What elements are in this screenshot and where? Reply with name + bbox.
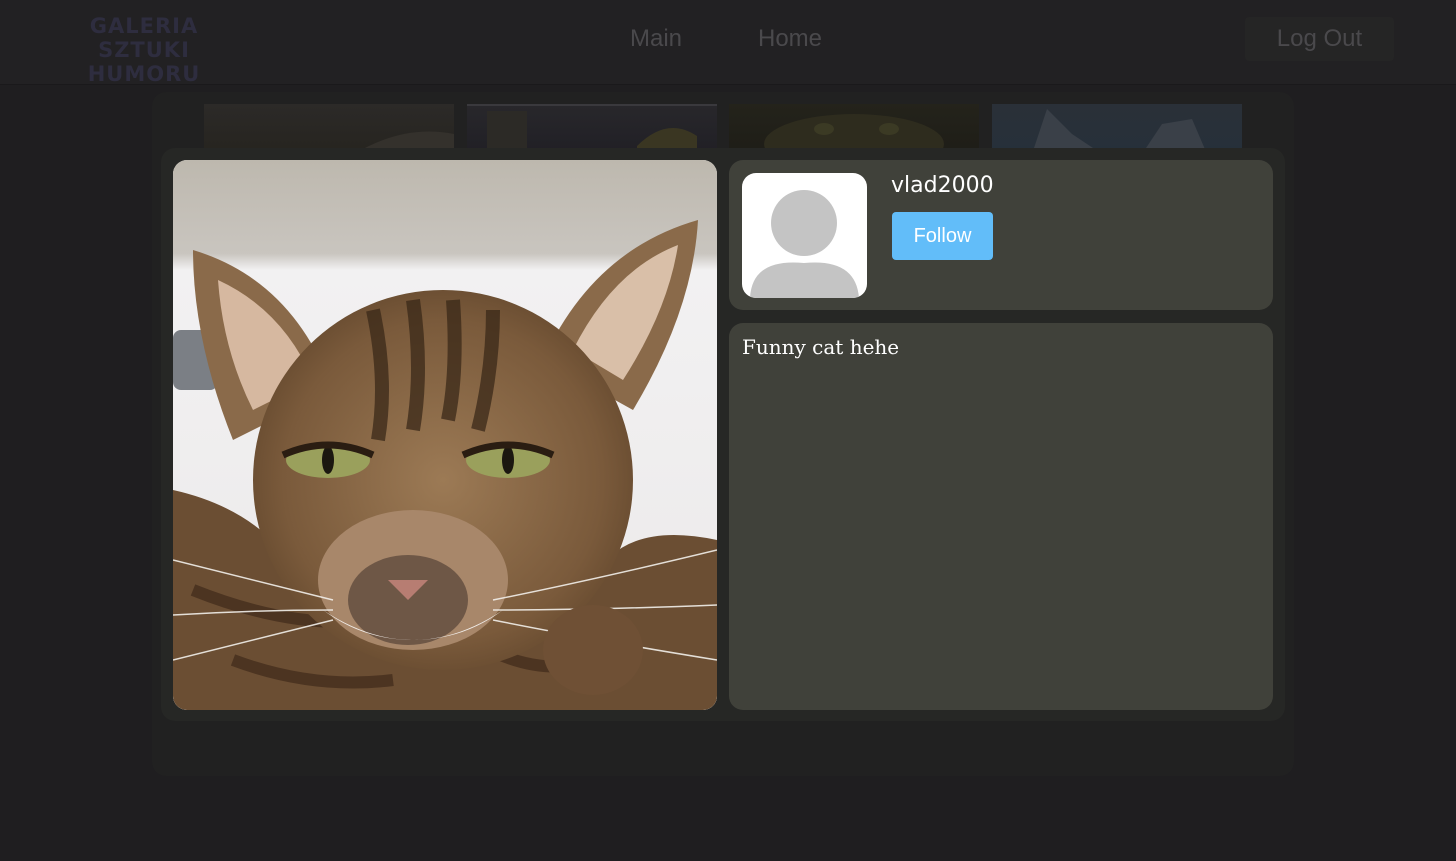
nav-home-link[interactable]: Home [758, 22, 822, 56]
post-description: Funny cat hehe [742, 335, 900, 359]
nav-main-link[interactable]: Main [630, 22, 682, 56]
gallery-thumbnail[interactable] [204, 104, 454, 154]
logout-button[interactable]: Log Out [1245, 17, 1394, 61]
default-user-avatar-icon [750, 190, 859, 298]
username[interactable]: vlad2000 [891, 170, 994, 202]
post-image [173, 160, 717, 710]
gallery-thumbnail[interactable] [729, 104, 979, 154]
gallery-thumbnail[interactable] [992, 104, 1242, 154]
user-avatar[interactable] [742, 173, 867, 298]
follow-button[interactable]: Follow [892, 212, 993, 260]
description-card [729, 323, 1273, 710]
page-footer [0, 786, 1456, 861]
cat-photo-icon [173, 160, 717, 710]
logo-line-1: GALERIA [89, 14, 199, 38]
site-logo[interactable]: GALERIA SZTUKI HUMORU [38, 14, 250, 86]
top-navbar: GALERIA SZTUKI HUMORU Main Home Log Out [0, 0, 1456, 86]
logo-line-2: SZTUKI HUMORU [87, 38, 201, 86]
